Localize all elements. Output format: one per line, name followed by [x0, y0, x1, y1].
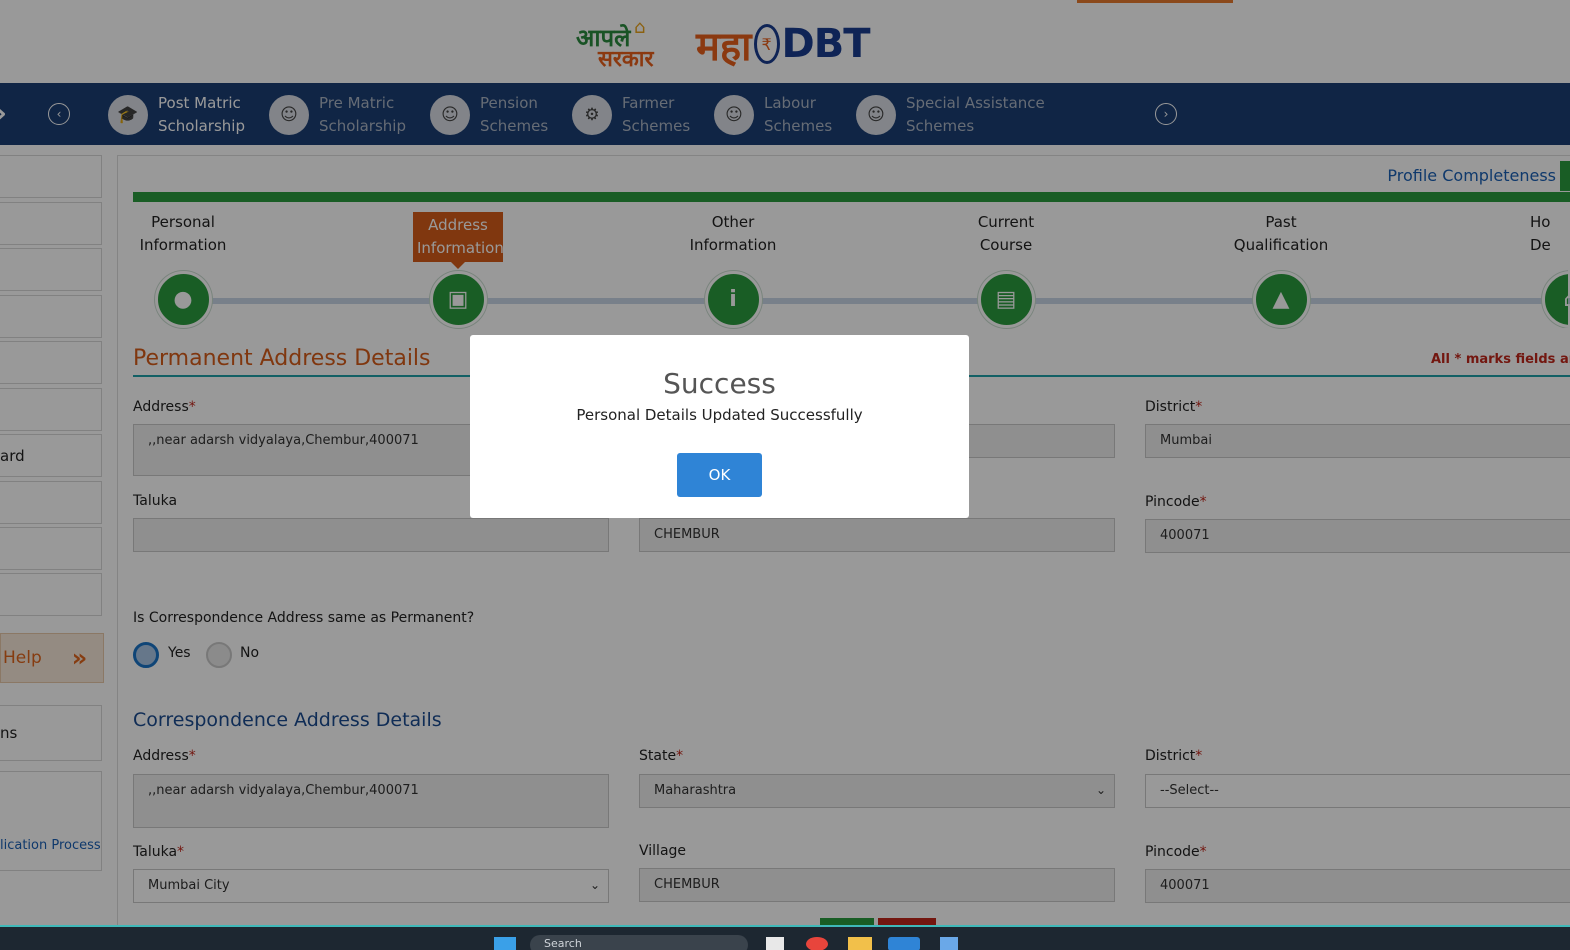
dialog-title: Success: [663, 367, 776, 400]
success-dialog: Success Personal Details Updated Success…: [470, 335, 969, 518]
taskbar-search-label: Search: [544, 937, 582, 950]
windows-start-icon[interactable]: [494, 937, 516, 950]
dialog-message: Personal Details Updated Successfully: [576, 406, 863, 424]
ok-button[interactable]: OK: [677, 453, 762, 497]
os-taskbar: Search: [0, 925, 1570, 950]
taskbar-search[interactable]: Search: [530, 935, 748, 950]
chrome-icon[interactable]: [806, 937, 828, 950]
edge-icon[interactable]: [888, 937, 920, 950]
app-icon[interactable]: [766, 937, 784, 950]
file-explorer-icon[interactable]: [848, 937, 872, 950]
app-icon[interactable]: [940, 937, 958, 950]
